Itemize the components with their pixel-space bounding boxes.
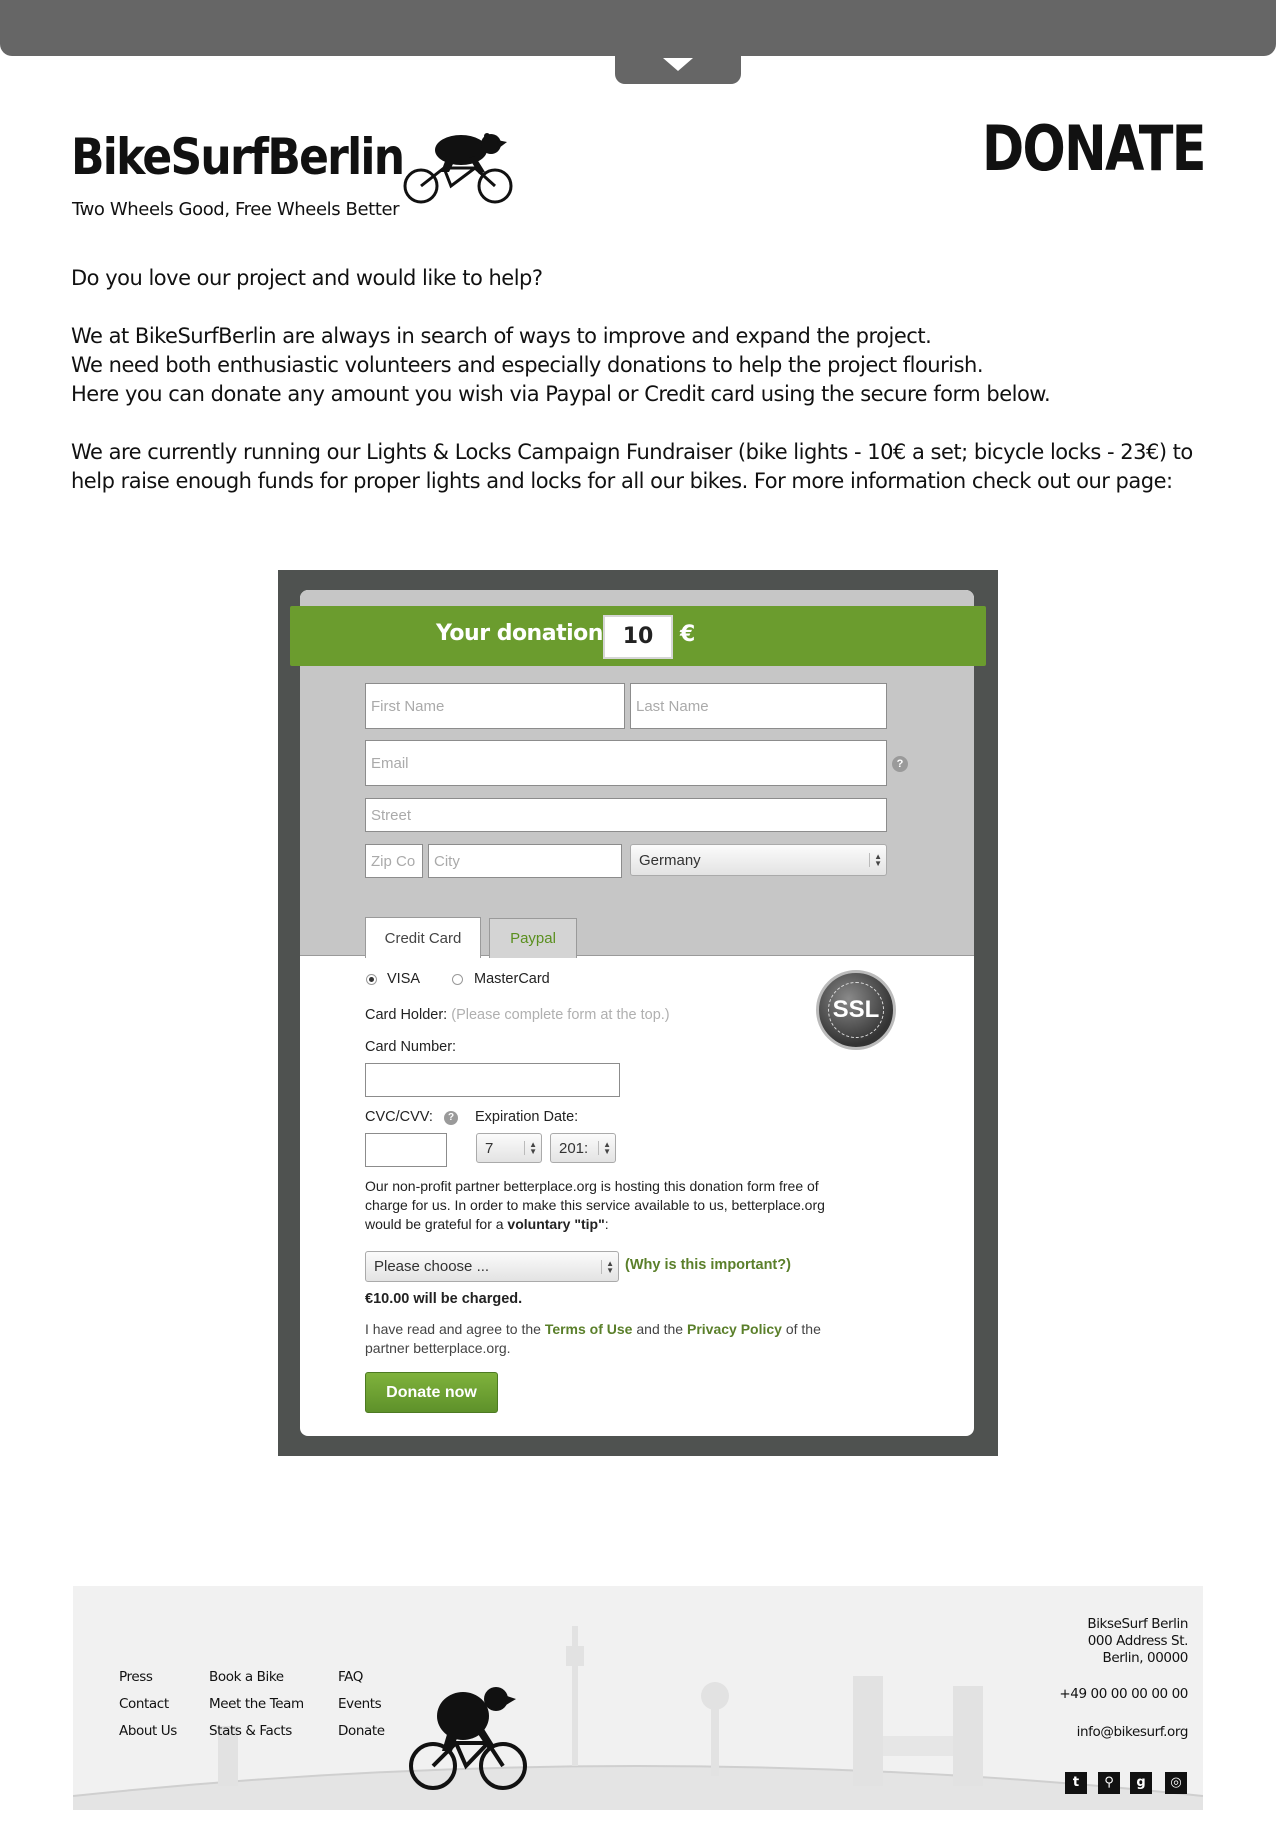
footer-link-about-us[interactable]: About Us — [119, 1723, 177, 1739]
tab-paypal[interactable]: Paypal — [489, 918, 577, 958]
footer-address-line: Berlin, 00000 — [1102, 1650, 1188, 1666]
first-name-field[interactable]: First Name — [365, 683, 625, 729]
footer-link-book-a-bike[interactable]: Book a Bike — [209, 1669, 284, 1685]
card-holder-hint: (Please complete form at the top.) — [451, 1007, 670, 1023]
expiration-year-value: 201: — [559, 1139, 589, 1157]
site-logo[interactable]: BikeSurfBerlin — [71, 128, 513, 206]
footer-phone: +49 00 00 00 00 00 — [1059, 1686, 1188, 1702]
bear-cyclist-footer-icon — [409, 1687, 527, 1790]
intro-question: Do you love our project and would like t… — [71, 266, 543, 290]
donation-amount-input[interactable]: 10 — [603, 615, 673, 659]
twitter-icon[interactable]: t — [1065, 1772, 1087, 1794]
intro-text: Do you love our project and would like t… — [71, 264, 1211, 525]
privacy-policy-link[interactable]: Privacy Policy — [687, 1321, 782, 1337]
donation-label: Your donation — [436, 621, 603, 646]
intro-line: We need both enthusiastic volunteers and… — [71, 353, 984, 377]
ssl-badge: SSL — [816, 970, 896, 1050]
cvc-label: CVC/CVV: — [365, 1109, 433, 1125]
tip-line: charge for us. In order to make this ser… — [365, 1197, 825, 1213]
expiration-label: Expiration Date: — [475, 1109, 579, 1125]
footer-address-line: 000 Address St. — [1087, 1633, 1189, 1649]
logo-text: BikeSurfBerlin — [71, 128, 405, 186]
charge-summary: €10.00 will be charged. — [365, 1291, 523, 1307]
tip-line-post: : — [604, 1216, 609, 1232]
menu-toggle-tab[interactable] — [615, 50, 741, 84]
terms-agreement: I have read and agree to the Terms of Us… — [365, 1320, 821, 1358]
tagline: Two Wheels Good, Free Wheels Better — [72, 199, 400, 220]
footer-link-donate[interactable]: Donate — [338, 1723, 385, 1739]
email-field[interactable]: Email — [365, 740, 887, 786]
expiration-month-select[interactable]: 7 ▲ ▼ — [476, 1133, 542, 1163]
tab-credit-card[interactable]: Credit Card — [365, 917, 481, 958]
country-select-value: Germany — [639, 851, 701, 869]
footer-link-meet-the-team[interactable]: Meet the Team — [209, 1696, 304, 1712]
footer-email-link[interactable]: info@bikesurf.org — [1077, 1724, 1189, 1740]
tip-line-bold: voluntary "tip" — [507, 1216, 605, 1232]
link-icon[interactable]: ⚲ — [1098, 1772, 1120, 1794]
mastercard-radio[interactable] — [452, 974, 463, 985]
intro-paragraph: We at BikeSurfBerlin are always in searc… — [71, 322, 1211, 409]
why-important-link[interactable]: (Why is this important?) — [625, 1257, 791, 1273]
cvc-field[interactable] — [365, 1133, 447, 1167]
country-select[interactable]: Germany ▲ ▼ — [630, 844, 887, 876]
expiration-year-select[interactable]: 201: ▲ ▼ — [550, 1133, 616, 1163]
select-arrows-icon: ▲ ▼ — [601, 1259, 614, 1274]
footer-address-line: BikseSurf Berlin — [1087, 1616, 1188, 1632]
terms-text: and the — [632, 1321, 687, 1337]
visa-radio[interactable] — [366, 974, 377, 985]
page-title: DONATE — [982, 112, 1207, 185]
donate-now-button[interactable]: Donate now — [365, 1372, 498, 1413]
select-arrows-icon: ▲ ▼ — [869, 853, 882, 868]
footer-link-stats-facts[interactable]: Stats & Facts — [209, 1723, 292, 1739]
intro-line: Here you can donate any amount you wish … — [71, 382, 1051, 406]
expiration-month-value: 7 — [485, 1139, 494, 1157]
street-field[interactable]: Street — [365, 798, 887, 832]
footer-link-press[interactable]: Press — [119, 1669, 153, 1685]
footer-link-faq[interactable]: FAQ — [338, 1669, 363, 1685]
visa-label: VISA — [387, 971, 421, 987]
tip-select-value: Please choose ... — [374, 1258, 490, 1275]
tip-line-pre: would be grateful for a — [365, 1216, 508, 1232]
terms-text: I have read and agree to the — [365, 1321, 545, 1337]
city-field[interactable]: City — [428, 844, 622, 878]
bear-cyclist-logo-icon — [403, 133, 513, 204]
top-bar — [0, 0, 1276, 56]
cvc-help-icon[interactable]: ? — [444, 1111, 458, 1125]
footer-link-events[interactable]: Events — [338, 1696, 382, 1712]
ssl-label: SSL — [828, 982, 884, 1038]
last-name-field[interactable]: Last Name — [630, 683, 887, 729]
select-arrows-icon: ▲ ▼ — [524, 1141, 537, 1156]
intro-line: We at BikeSurfBerlin are always in searc… — [71, 324, 932, 348]
tip-select[interactable]: Please choose ... ▲ ▼ — [365, 1251, 619, 1282]
footer: Press Contact About Us Book a Bike Meet … — [73, 1586, 1203, 1810]
tip-line: Our non-profit partner betterplace.org i… — [365, 1178, 819, 1194]
terms-text: partner betterplace.org. — [365, 1340, 511, 1356]
card-holder-label: Card Holder: (Please complete form at th… — [365, 1007, 670, 1023]
tip-explanation: Our non-profit partner betterplace.org i… — [365, 1177, 825, 1234]
currency-symbol: € — [680, 622, 696, 647]
terms-of-use-link[interactable]: Terms of Use — [545, 1321, 633, 1337]
campaign-paragraph: We are currently running our Lights & Lo… — [71, 440, 1193, 493]
chevron-down-icon — [663, 57, 693, 71]
card-number-label: Card Number: — [365, 1039, 457, 1055]
terms-text: of the — [781, 1321, 821, 1337]
google-plus-icon[interactable]: g — [1130, 1772, 1152, 1794]
card-holder-label-text: Card Holder: — [365, 1007, 448, 1023]
instagram-icon[interactable]: ◎ — [1165, 1772, 1187, 1794]
card-number-field[interactable] — [365, 1063, 620, 1097]
footer-link-contact[interactable]: Contact — [119, 1696, 169, 1712]
select-arrows-icon: ▲ ▼ — [598, 1141, 611, 1156]
mastercard-label: MasterCard — [474, 971, 550, 987]
help-icon[interactable]: ? — [892, 756, 908, 772]
zip-code-field[interactable]: Zip Co — [365, 844, 423, 878]
